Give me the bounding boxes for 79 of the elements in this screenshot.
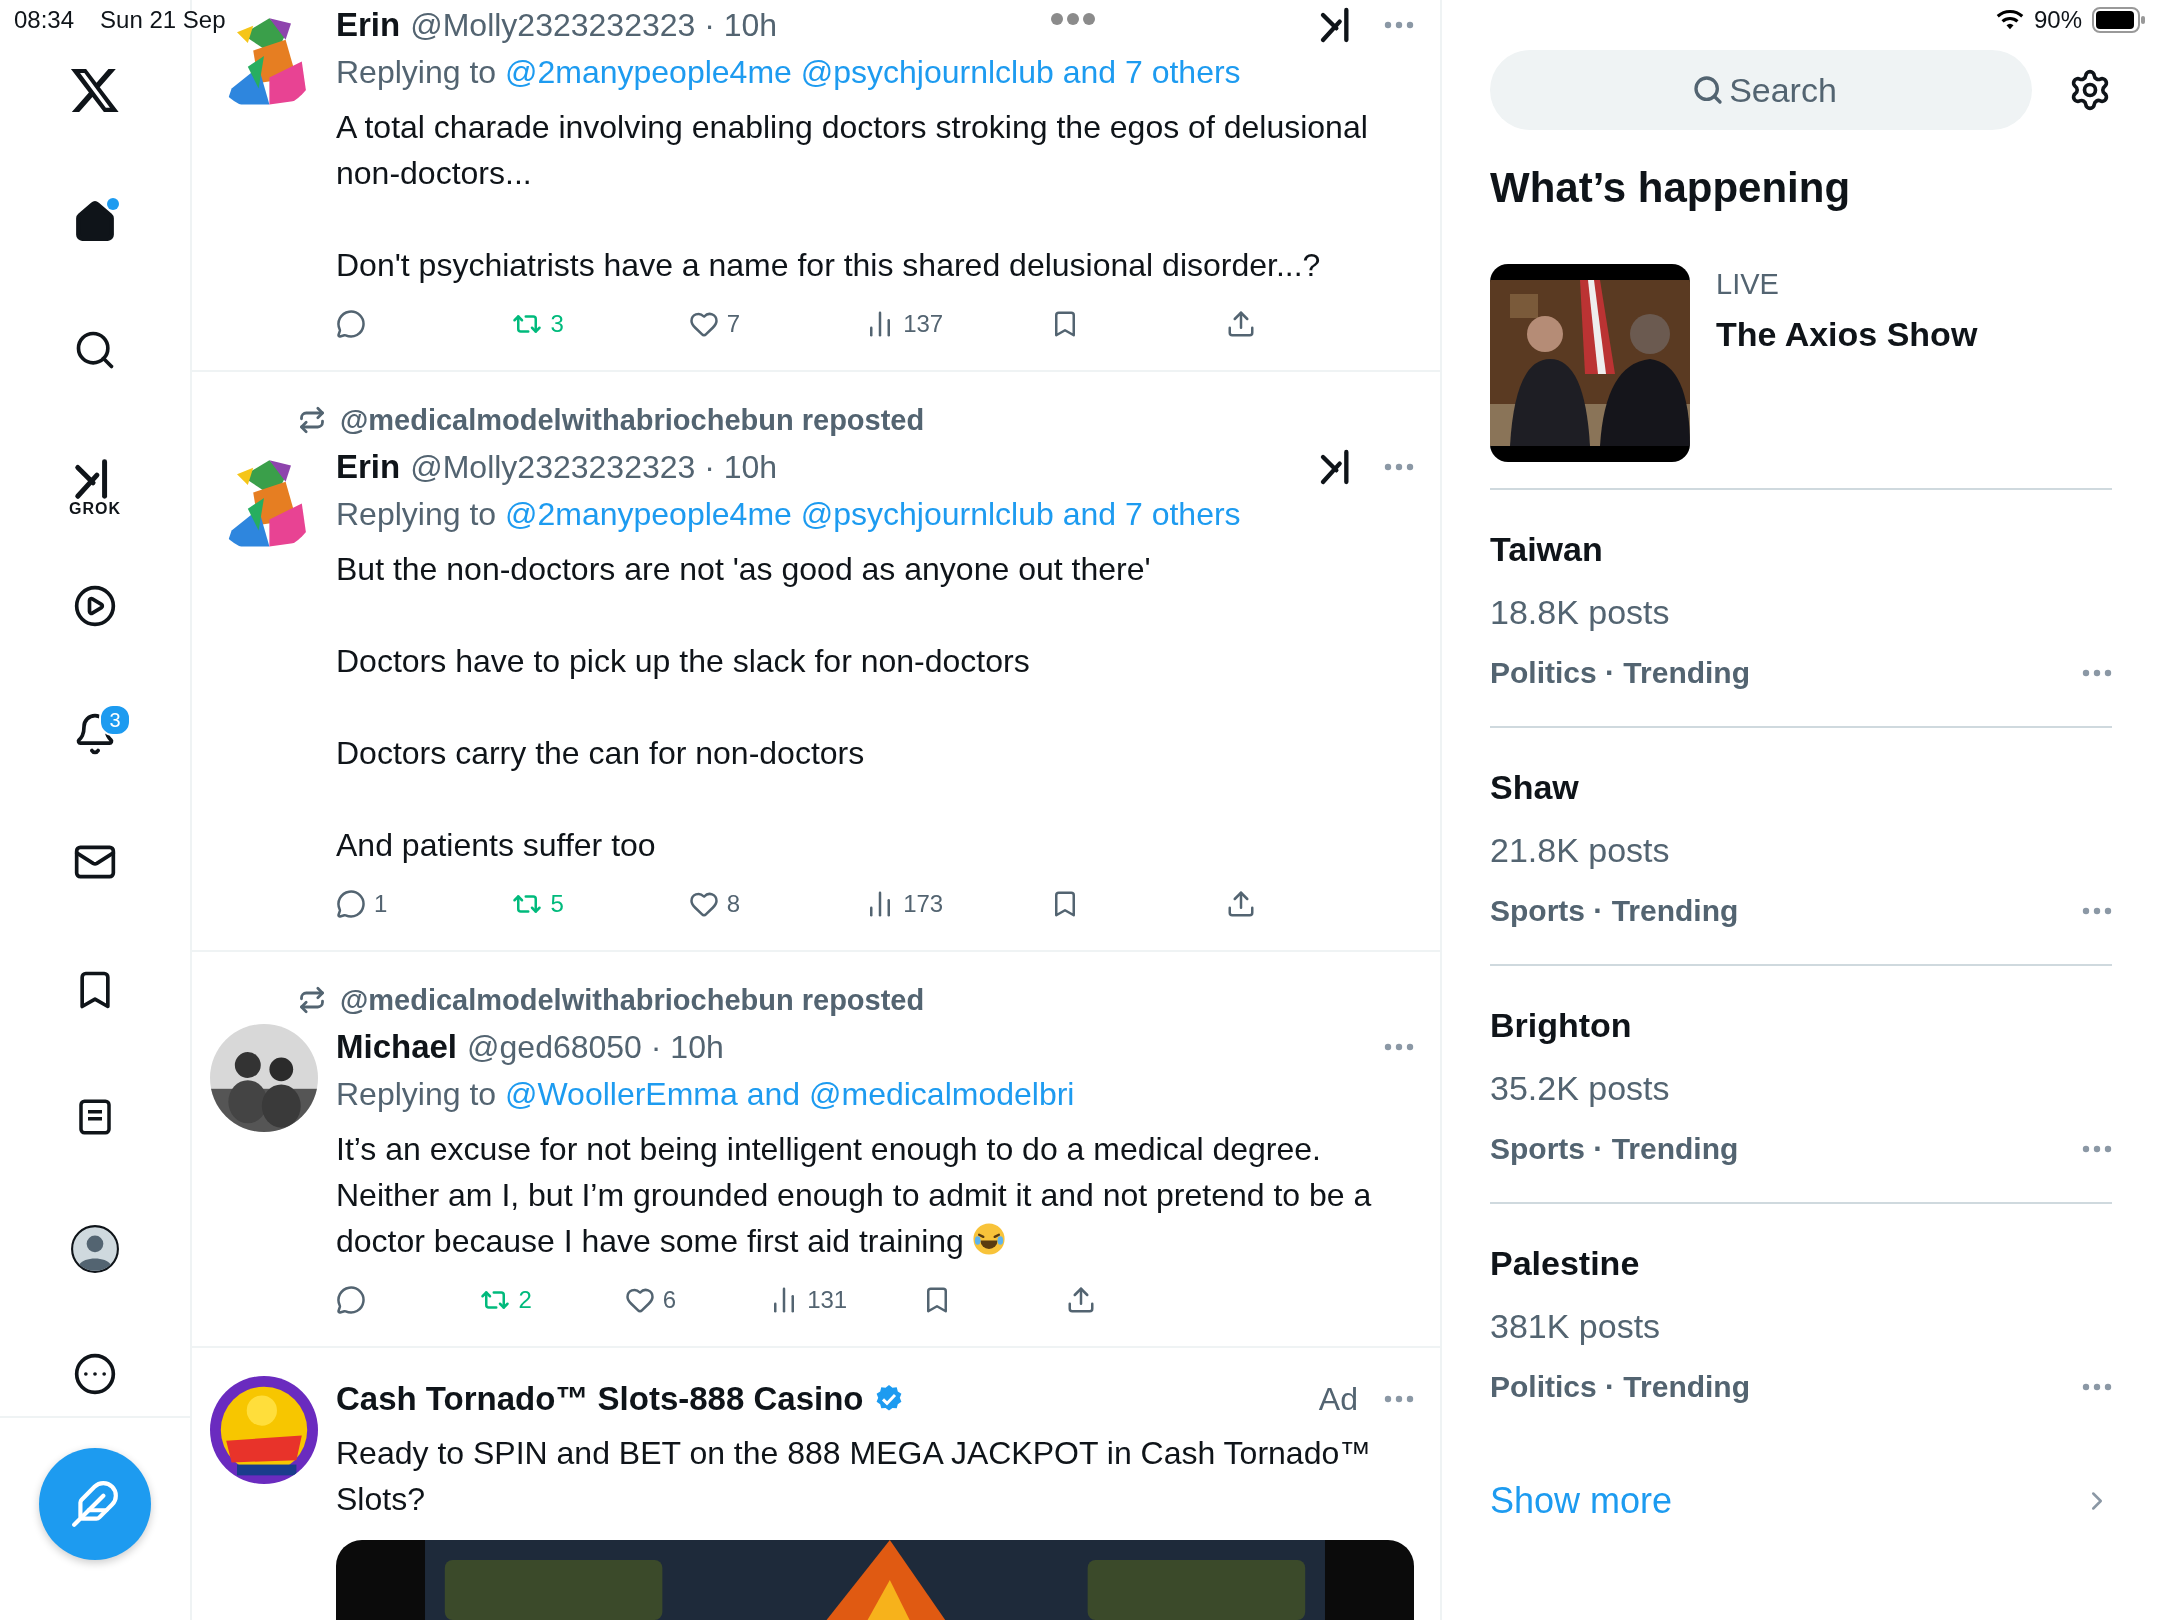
multitask-handle-icon xyxy=(1050,12,1096,26)
search-field[interactable]: Search xyxy=(1490,50,2032,130)
post-meta: @ged68050 · 10h xyxy=(467,1028,724,1066)
replying-to: Replying to @2manypeople4me @psychjournlclub and 7 others xyxy=(336,53,1242,92)
ellipsis-icon xyxy=(2082,1383,2112,1391)
reply-icon xyxy=(336,309,366,339)
reply-button[interactable]: 1 xyxy=(336,884,406,924)
share-icon xyxy=(1226,309,1256,339)
ellipsis-icon xyxy=(2082,669,2112,677)
battery-icon xyxy=(2092,7,2146,33)
trend-post-count: 35.2K posts xyxy=(1490,1069,1671,1108)
trend-category: Politics · Trending xyxy=(1490,1370,1751,1404)
trend-post-count: 21.8K posts xyxy=(1490,831,1671,870)
ellipsis-icon xyxy=(1384,463,1414,471)
status-time: 08:34 xyxy=(14,6,75,34)
repost-icon xyxy=(298,406,326,434)
trend-name[interactable]: Palestine xyxy=(1490,1244,2112,1283)
wifi-icon xyxy=(1995,9,2024,31)
trend-category: Sports · Trending xyxy=(1490,1132,1739,1166)
trend-category: Sports · Trending xyxy=(1490,894,1739,928)
replying-to: Replying to @2manypeople4me @psychjournlclub and 7 others xyxy=(336,495,1242,534)
more-button[interactable] xyxy=(2082,1145,2112,1153)
more-button[interactable] xyxy=(1384,463,1414,471)
post-text: Doctors carry the can for non-doctors xyxy=(336,734,866,773)
post-text: A total charade involving enabling doctors stroking the egos of delusional non-doctors... xyxy=(336,108,1369,193)
share-icon xyxy=(1066,1285,1096,1315)
ellipsis-icon xyxy=(2082,907,2112,915)
live-card[interactable]: LIVE The Axios Show xyxy=(1490,264,2112,490)
replying-to: Replying to @WoollerEmma and @medicalmodelbri xyxy=(336,1075,1076,1114)
live-title: The Axios Show xyxy=(1716,315,1978,354)
ellipsis-icon xyxy=(1384,21,1414,29)
notification-badge: 3 xyxy=(99,704,131,736)
reply-icon xyxy=(336,889,366,919)
author-name[interactable]: Cash Tornado™ Slots-888 Casino xyxy=(336,1380,864,1418)
views-button[interactable]: 131 xyxy=(769,1280,848,1320)
trend-name[interactable]: Brighton xyxy=(1490,1006,2112,1045)
post-text: Doctors have to pick up the slack for non-doctors xyxy=(336,642,1031,681)
repost-label: @medicalmodelwithabriochebun reposted xyxy=(340,983,925,1017)
more-button[interactable] xyxy=(1384,1043,1414,1051)
reply-icon xyxy=(336,1285,366,1315)
author-name[interactable]: Erin xyxy=(336,6,401,44)
like-button[interactable]: 7 xyxy=(688,304,759,344)
trend-name[interactable]: Taiwan xyxy=(1490,530,2112,569)
ellipsis-icon xyxy=(1384,1395,1414,1403)
repost-label: @medicalmodelwithabriochebun reposted xyxy=(340,403,925,437)
trend-name[interactable]: Shaw xyxy=(1490,768,2112,807)
post-text: And patients suffer too xyxy=(336,826,657,865)
author-name[interactable]: Erin xyxy=(336,448,401,486)
more-button[interactable] xyxy=(2082,1383,2112,1391)
post-text: But the non-doctors are not 'as good as anyone out there' xyxy=(336,550,1152,589)
post-text: Ready to SPIN and BET on the 888 MEGA JACKPOT in Cash Tornado™ Slots? xyxy=(336,1434,1373,1519)
post-text: Don't psychiatrists have a name for this shared delusional disorder...? xyxy=(336,246,1322,285)
feather-icon xyxy=(70,1479,120,1529)
author-name[interactable]: Michael xyxy=(336,1028,458,1066)
views-button[interactable]: 137 xyxy=(865,304,944,344)
share-icon xyxy=(1226,889,1256,919)
battery-percent: 90% xyxy=(2033,6,2082,34)
more-button[interactable] xyxy=(1384,1395,1414,1403)
post-meta: @Molly2323232323 · 10h xyxy=(410,6,778,44)
post-text: It’s an excuse for not being intelligent enough to do a medical degree. Neither am I, but I’m grounded enough to admit it and not pretend to be a doctor because I have some first aid training xyxy=(336,1130,1373,1261)
like-button[interactable]: 8 xyxy=(688,884,759,924)
trend-post-count: 18.8K posts xyxy=(1490,593,1671,632)
section-heading: What’s happening xyxy=(1490,164,1852,212)
more-button[interactable] xyxy=(2082,907,2112,915)
ad-label: Ad xyxy=(1318,1380,1358,1418)
trend-category: Politics · Trending xyxy=(1490,656,1751,690)
more-button[interactable] xyxy=(1384,21,1414,29)
search-icon xyxy=(1692,74,1724,106)
live-label: LIVE xyxy=(1716,268,1780,301)
trend-post-count: 381K posts xyxy=(1490,1307,1662,1346)
grok-nav-item[interactable]: GROK xyxy=(55,448,135,576)
ellipsis-icon xyxy=(1384,1043,1414,1051)
views-button[interactable]: 173 xyxy=(865,884,944,924)
ellipsis-icon xyxy=(2082,1145,2112,1153)
like-button[interactable]: 6 xyxy=(624,1280,695,1320)
status-date: Sun 21 Sep xyxy=(100,6,226,34)
more-button[interactable] xyxy=(2082,669,2112,677)
repost-icon xyxy=(298,986,326,1014)
post-meta: @Molly2323232323 · 10h xyxy=(410,448,778,486)
